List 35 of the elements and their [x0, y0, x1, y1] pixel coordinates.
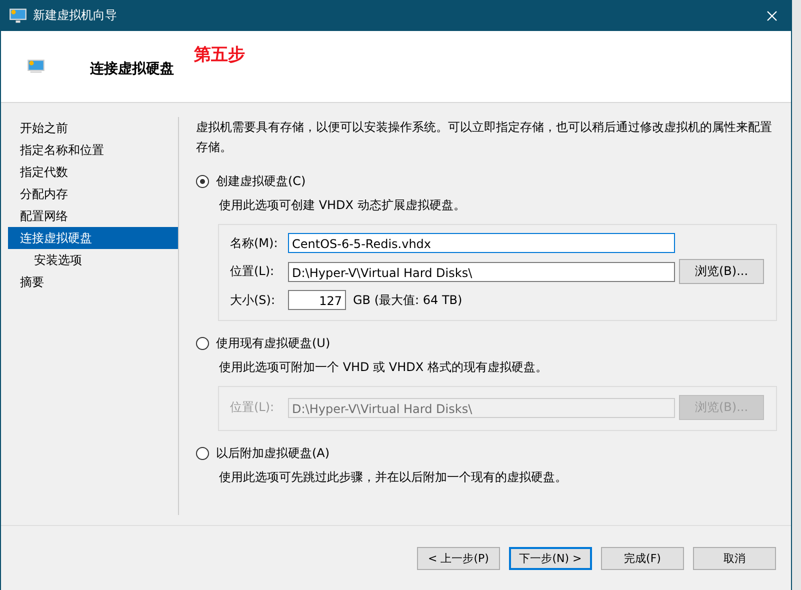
sidebar-item[interactable]: 安装选项: [8, 249, 178, 271]
input-field[interactable]: CentOS-6-5-Redis.vhdx: [288, 233, 675, 253]
sidebar-item[interactable]: 连接虚拟硬盘: [8, 227, 178, 249]
option-description: 使用此选项可先跳过此步骤，并在以后附加一个现有的虚拟硬盘。: [219, 469, 568, 486]
sidebar-item[interactable]: 开始之前: [8, 117, 178, 139]
size-field[interactable]: 127: [288, 290, 346, 310]
field-label: 大小(S):: [230, 292, 276, 308]
field-label: 名称(M):: [230, 234, 279, 252]
sidebar-item[interactable]: 指定名称和位置: [8, 139, 178, 161]
sidebar-item[interactable]: 配置网络: [8, 205, 178, 227]
sidebar-item[interactable]: 指定代数: [8, 161, 178, 183]
wizard-button[interactable]: 下一步(N) >: [509, 546, 592, 570]
monitor-icon: [9, 8, 27, 24]
input-field[interactable]: D:\Hyper-V\Virtual Hard Disks\: [288, 262, 675, 282]
radio-button[interactable]: [196, 446, 209, 460]
field-label: 位置(L):: [230, 263, 276, 280]
sidebar-item[interactable]: 摘要: [8, 271, 178, 293]
radio-button[interactable]: [196, 174, 209, 188]
size-unit: GB (最大值: 64 TB): [353, 292, 462, 308]
radio-label[interactable]: 以后附加虚拟硬盘(A): [216, 444, 330, 462]
wizard-button[interactable]: < 上一步(P): [417, 546, 500, 570]
radio-label[interactable]: 创建虚拟硬盘(C): [216, 172, 306, 190]
sidebar-item[interactable]: 分配内存: [8, 183, 178, 205]
wizard-button[interactable]: 取消: [693, 546, 776, 570]
browse-button[interactable]: 浏览(B)...: [679, 259, 764, 284]
wizard-button[interactable]: 完成(F): [601, 546, 684, 570]
option-description: 使用此选项可附加一个 VHD 或 VHDX 格式的现有虚拟硬盘。: [219, 359, 548, 376]
intro-text: 虚拟机需要具有存储，以便可以安装操作系统。可以立即指定存储，也可以稍后通过修改虚拟机的属性来配置存储。: [196, 119, 773, 156]
close-icon[interactable]: [767, 10, 777, 20]
step-annotation: 第五步: [194, 44, 245, 66]
field-label: 位置(L):: [230, 399, 276, 416]
page-heading: 连接虚拟硬盘: [90, 60, 174, 78]
option-description: 使用此选项可创建 VHDX 动态扩展虚拟硬盘。: [219, 197, 466, 214]
monitor-icon: [27, 59, 45, 75]
window-title: 新建虚拟机向导: [33, 7, 118, 24]
